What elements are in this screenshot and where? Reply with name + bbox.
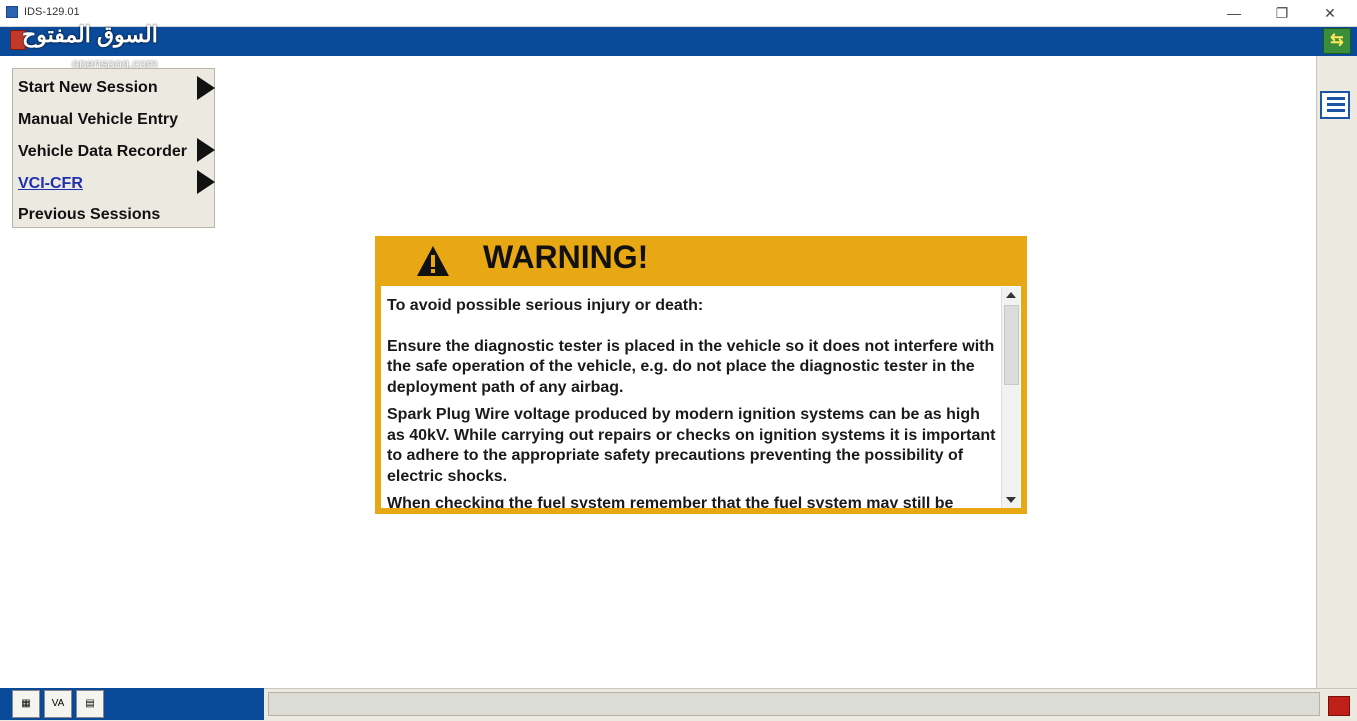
menu-item-vci-cfr[interactable]: VCI-CFR [18, 172, 83, 196]
warning-paragraph: To avoid possible serious injury or deat… [387, 297, 704, 314]
app-header-bar [0, 27, 1357, 56]
warning-message-box: To avoid possible serious injury or deat… [381, 286, 1021, 508]
exchange-arrows-icon[interactable]: ⇆ [1323, 28, 1351, 54]
minimize-button[interactable]: — [1214, 2, 1254, 24]
app-icon [6, 6, 18, 18]
menu-item-manual-vehicle-entry[interactable]: Manual Vehicle Entry [18, 108, 178, 132]
stop-icon[interactable] [1328, 696, 1350, 716]
menu-item-vehicle-data-recorder[interactable]: Vehicle Data Recorder [18, 140, 187, 164]
warning-text: To avoid possible serious injury or deat… [387, 286, 999, 508]
restore-button[interactable]: ❐ [1262, 2, 1302, 24]
tool-icon[interactable]: ▦ [12, 690, 40, 718]
session-menu: Start New Session Manual Vehicle Entry V… [12, 68, 215, 228]
close-button[interactable]: ✕ [1310, 2, 1350, 24]
right-toolbar [1316, 56, 1357, 688]
status-field [268, 692, 1320, 716]
scroll-thumb[interactable] [1004, 305, 1019, 385]
warning-triangle-icon [417, 246, 449, 276]
menu-item-start-new-session[interactable]: Start New Session [18, 76, 158, 100]
warning-paragraph: Spark Plug Wire voltage produced by mode… [387, 406, 996, 485]
scroll-up-arrow-icon[interactable] [1006, 292, 1016, 298]
watermark-text: السوق المفتوح [22, 22, 158, 47]
submenu-arrow-icon[interactable] [197, 76, 215, 100]
vehicle-info-icon[interactable]: VA [44, 690, 72, 718]
warning-dialog: WARNING! To avoid possible serious injur… [375, 236, 1027, 514]
warning-header: WARNING! [375, 236, 1027, 286]
list-view-icon[interactable] [1320, 91, 1350, 119]
menu-item-previous-sessions[interactable]: Previous Sessions [18, 203, 160, 227]
window-title: IDS-129.01 [24, 6, 80, 18]
window-title-bar: IDS-129.01 — ❐ ✕ [0, 0, 1357, 27]
scroll-down-arrow-icon[interactable] [1006, 497, 1016, 503]
warning-title: WARNING! [483, 239, 649, 275]
toolbox-icon[interactable]: ▤ [76, 690, 104, 718]
submenu-arrow-icon[interactable] [197, 170, 215, 194]
warning-scrollbar[interactable] [1001, 287, 1020, 508]
submenu-arrow-icon[interactable] [197, 138, 215, 162]
warning-paragraph: Ensure the diagnostic tester is placed i… [387, 337, 995, 396]
warning-paragraph: When checking the fuel system remember t… [387, 495, 954, 508]
